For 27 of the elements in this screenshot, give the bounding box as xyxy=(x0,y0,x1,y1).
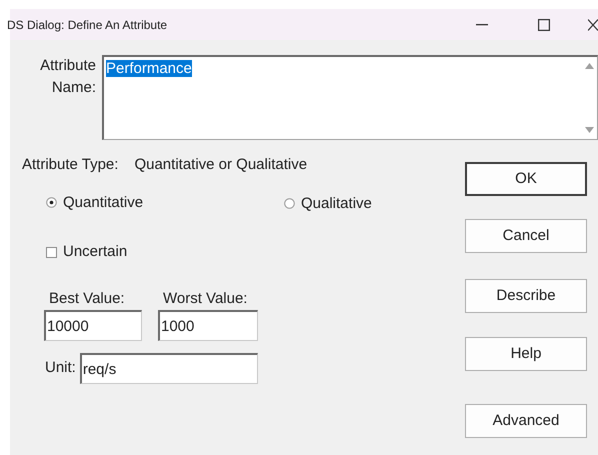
attribute-name-field[interactable]: Performance xyxy=(102,55,598,140)
window-title: DS Dialog: Define An Attribute xyxy=(7,16,168,34)
minimize-icon[interactable] xyxy=(476,24,488,26)
checkbox-icon[interactable] xyxy=(46,246,57,258)
dialog-button[interactable]: Cancel xyxy=(465,219,587,253)
maximize-icon[interactable] xyxy=(538,18,550,30)
field-label: Attribute Name: xyxy=(39,56,97,98)
unit-field[interactable]: req/s xyxy=(80,353,258,384)
value-field[interactable]: 1000 xyxy=(158,310,258,341)
scroll-down-icon[interactable] xyxy=(584,127,594,133)
radio-button-icon[interactable] xyxy=(284,198,295,210)
dialog-button[interactable]: Describe xyxy=(465,279,587,313)
dialog-button[interactable]: Help xyxy=(465,337,587,371)
type-value: Quantitative or Qualitative xyxy=(134,155,308,175)
dialog-button[interactable]: Advanced xyxy=(465,404,587,438)
scroll-up-icon[interactable] xyxy=(584,63,594,69)
dialog-button[interactable]: OK xyxy=(465,162,587,196)
field-label: Attribute Type: xyxy=(22,155,118,175)
field-label: Best Value: xyxy=(48,288,126,308)
checkbox-option[interactable]: Uncertain xyxy=(22,241,162,264)
radio-option[interactable]: Qualitative xyxy=(284,192,372,215)
value-field[interactable]: 10000 xyxy=(44,310,142,341)
field-label: Unit: xyxy=(45,358,76,378)
radio-button-icon[interactable] xyxy=(46,197,57,208)
radio-option[interactable]: Quantitative xyxy=(46,190,284,215)
field-label: Worst Value: xyxy=(162,288,248,308)
close-icon[interactable] xyxy=(588,18,598,30)
